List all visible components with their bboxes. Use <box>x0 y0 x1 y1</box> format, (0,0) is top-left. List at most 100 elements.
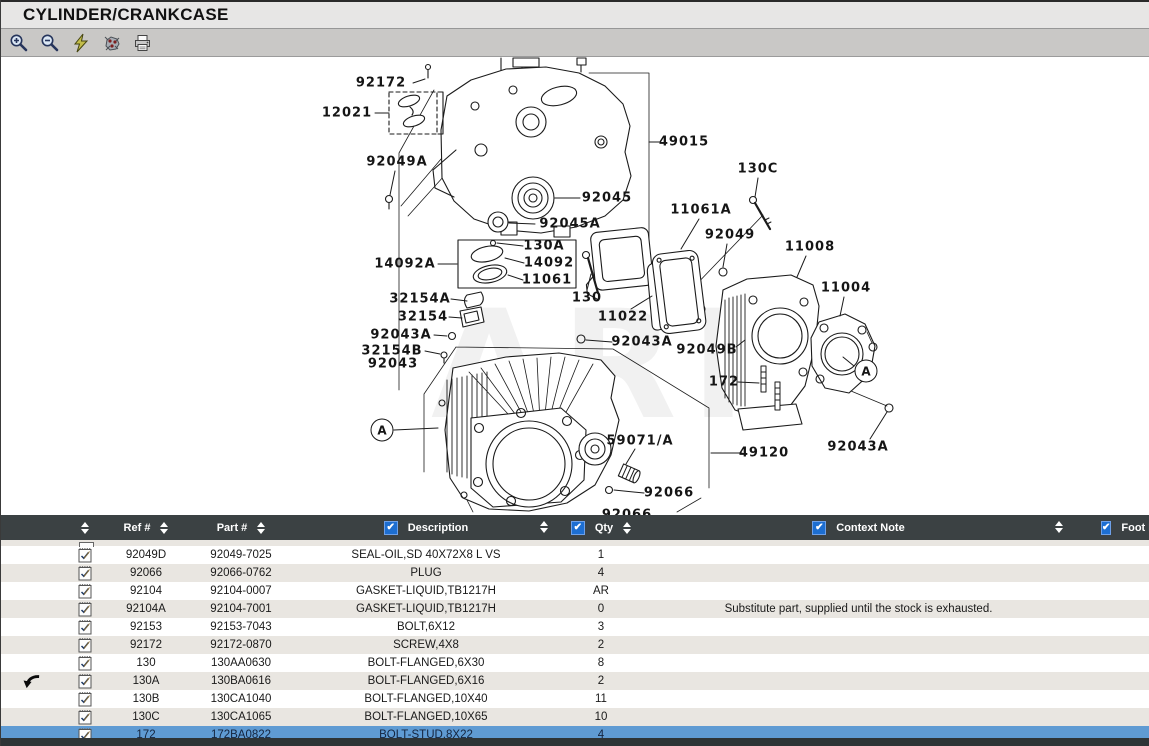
return-arrow-icon <box>1 708 63 726</box>
circled-ref-a[interactable]: A <box>855 360 878 383</box>
part-label-32154a[interactable]: 32154A <box>389 292 450 307</box>
diagram-area[interactable]: ARI <box>1 57 1149 515</box>
context-note-cell <box>646 654 1071 672</box>
table-row[interactable]: 92049D92049-7025SEAL-OIL,SD 40X72X8 L VS… <box>1 546 1149 564</box>
part-label-12021[interactable]: 12021 <box>322 106 372 121</box>
description-cell: BOLT-FLANGED,10X40 <box>296 690 556 708</box>
ref-cell: 130C <box>106 708 186 726</box>
table-row[interactable]: 130C130CA1065BOLT-FLANGED,10X6510 <box>1 708 1149 726</box>
column-visibility-checkbox[interactable]: ✔ <box>384 521 398 535</box>
part-label-92172[interactable]: 92172 <box>356 76 406 91</box>
pick-list-icon[interactable] <box>63 582 106 600</box>
context-note-cell <box>646 708 1071 726</box>
pick-list-icon[interactable] <box>63 564 106 582</box>
column-label: Description <box>408 522 469 534</box>
part-label-92043a[interactable]: 92043A <box>370 328 431 343</box>
part-label-130a[interactable]: 130A <box>523 239 564 254</box>
foot-note-cell <box>1071 690 1149 708</box>
zoom-in-icon[interactable] <box>7 32 31 54</box>
sort-arrows-icon[interactable] <box>1055 521 1063 533</box>
ref-cell: 92104 <box>106 582 186 600</box>
column-label: Part # <box>217 522 248 534</box>
qty-cell: 1 <box>556 546 646 564</box>
sort-arrows-icon[interactable] <box>540 521 548 533</box>
table-row[interactable]: 9210492104-0007GASKET-LIQUID,TB1217HAR <box>1 582 1149 600</box>
column-header-footnote[interactable]: ✔Foot Note <box>1071 515 1149 540</box>
sort-arrows-icon[interactable] <box>257 522 265 534</box>
column-header-ref[interactable]: Ref # <box>106 515 186 540</box>
exploded-parts-drawing <box>1 57 1149 515</box>
circled-ref-a[interactable]: A <box>371 419 394 442</box>
part-label-92066[interactable]: 92066 <box>602 508 652 516</box>
pick-list-icon[interactable] <box>63 654 106 672</box>
hotspot-icon[interactable] <box>100 32 124 54</box>
sort-arrows-icon[interactable] <box>623 522 631 534</box>
column-header-qty[interactable]: ✔ Qty <box>556 515 646 540</box>
part-label-11061[interactable]: 11061 <box>522 273 572 288</box>
part-label-11022[interactable]: 11022 <box>598 310 648 325</box>
pick-list-icon[interactable] <box>63 546 106 564</box>
part-label-92066[interactable]: 92066 <box>644 486 694 501</box>
part-label-92045a[interactable]: 92045A <box>539 217 600 232</box>
table-row[interactable]: 9217292172-0870SCREW,4X82 <box>1 636 1149 654</box>
qty-cell: 2 <box>556 672 646 690</box>
return-arrow-icon <box>1 690 63 708</box>
part-label-32154[interactable]: 32154 <box>398 310 448 325</box>
qty-cell: 10 <box>556 708 646 726</box>
table-row[interactable]: 9215392153-7043BOLT,6X123 <box>1 618 1149 636</box>
column-header-description[interactable]: ✔ Description <box>296 515 556 540</box>
pick-list-icon[interactable] <box>63 600 106 618</box>
part-label-92043[interactable]: 92043 <box>368 357 418 372</box>
table-row[interactable]: 9206692066-0762PLUG4 <box>1 564 1149 582</box>
return-arrow-icon <box>1 672 63 690</box>
pick-list-icon[interactable] <box>63 672 106 690</box>
return-arrow-icon <box>1 564 63 582</box>
pick-list-icon[interactable] <box>63 690 106 708</box>
context-note-cell <box>646 690 1071 708</box>
part-label-14092[interactable]: 14092 <box>524 256 574 271</box>
column-label: Qty <box>595 522 613 534</box>
part-label-92049b[interactable]: 92049B <box>676 343 737 358</box>
return-arrow-icon <box>1 618 63 636</box>
parts-table-body: 92049D92049-7025SEAL-OIL,SD 40X72X8 L VS… <box>1 540 1149 744</box>
parts-catalog-window: CYLINDER/CRANKCASE ARI <box>0 0 1149 746</box>
table-row[interactable]: 130B130CA1040BOLT-FLANGED,10X4011 <box>1 690 1149 708</box>
part-label-92043a[interactable]: 92043A <box>611 335 672 350</box>
column-header-contextnote[interactable]: ✔Context Note <box>646 515 1071 540</box>
zoom-out-icon[interactable] <box>38 32 62 54</box>
pick-list-icon[interactable] <box>63 636 106 654</box>
part-label-92043a[interactable]: 92043A <box>827 440 888 455</box>
part-label-49120[interactable]: 49120 <box>739 446 789 461</box>
print-icon[interactable] <box>131 32 155 54</box>
part-label-92049[interactable]: 92049 <box>705 228 755 243</box>
part-label-14092a[interactable]: 14092A <box>374 257 435 272</box>
column-header-col1[interactable] <box>63 515 106 540</box>
part-label-172[interactable]: 172 <box>709 375 739 390</box>
column-visibility-checkbox[interactable]: ✔ <box>812 521 826 535</box>
part-label-92049a[interactable]: 92049A <box>366 155 427 170</box>
table-row[interactable]: 92104A92104-7001GASKET-LIQUID,TB1217H0Su… <box>1 600 1149 618</box>
part-number-cell: 130AA0630 <box>186 654 296 672</box>
table-row[interactable]: 130130AA0630BOLT-FLANGED,6X308 <box>1 654 1149 672</box>
sort-arrows-icon[interactable] <box>81 522 89 534</box>
lightning-icon[interactable] <box>69 32 93 54</box>
column-visibility-checkbox[interactable]: ✔ <box>571 521 585 535</box>
sort-arrows-icon[interactable] <box>160 522 168 534</box>
part-label-92045[interactable]: 92045 <box>582 191 632 206</box>
pick-list-icon[interactable] <box>63 618 106 636</box>
qty-cell: 3 <box>556 618 646 636</box>
part-label-130[interactable]: 130 <box>572 291 602 306</box>
part-label-11008[interactable]: 11008 <box>785 240 835 255</box>
column-visibility-checkbox[interactable]: ✔ <box>1101 521 1111 535</box>
page-title: CYLINDER/CRANKCASE <box>1 5 229 25</box>
part-label-130c[interactable]: 130C <box>738 162 779 177</box>
part-label-59071a[interactable]: 59071/A <box>606 434 673 449</box>
part-label-11061a[interactable]: 11061A <box>670 203 731 218</box>
column-header-part[interactable]: Part # <box>186 515 296 540</box>
pick-list-icon[interactable] <box>63 708 106 726</box>
part-number-cell: 92172-0870 <box>186 636 296 654</box>
part-label-49015[interactable]: 49015 <box>659 135 709 150</box>
part-label-11004[interactable]: 11004 <box>821 281 871 296</box>
table-row[interactable]: 130A130BA0616BOLT-FLANGED,6X162 <box>1 672 1149 690</box>
return-arrow-icon <box>1 654 63 672</box>
